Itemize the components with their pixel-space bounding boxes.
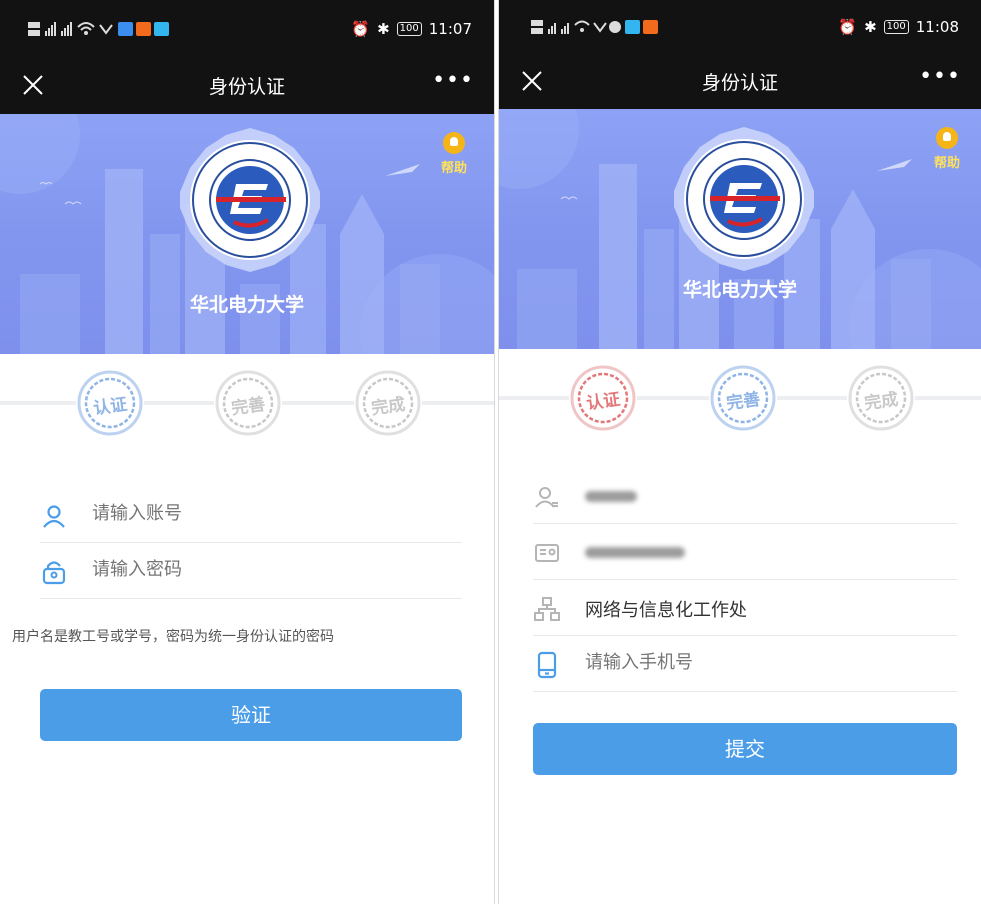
- bluetooth-icon: ✱: [377, 20, 390, 38]
- help-button[interactable]: 帮助: [434, 132, 474, 176]
- step-verify: 认证: [76, 369, 144, 437]
- battery-icon: 100: [883, 20, 909, 34]
- name-field: [533, 468, 957, 524]
- help-label: 帮助: [440, 161, 467, 176]
- signal-icons: [28, 22, 169, 36]
- step-complete-info: 完善: [709, 364, 777, 432]
- status-time: 11:07: [428, 20, 472, 38]
- password-input[interactable]: [92, 559, 412, 580]
- status-time: 11:08: [915, 18, 959, 36]
- phone-icon: [537, 651, 557, 679]
- phone-field: [533, 636, 957, 692]
- help-icon: [936, 127, 958, 149]
- status-bar: ⏰ ✱ 100 11:08: [499, 0, 981, 54]
- right-screen: ⏰ ✱ 100 11:08 身份认证 ••• 帮助 华北电力大学 认证 完善 完…: [498, 0, 981, 904]
- step-finish: 完成: [847, 364, 915, 432]
- university-logo: [674, 127, 814, 271]
- user-icon: [43, 505, 65, 528]
- university-name: 华北电力大学: [189, 294, 304, 316]
- more-icon[interactable]: •••: [919, 64, 961, 89]
- banner: 帮助 华北电力大学: [499, 109, 981, 349]
- department-field: 网络与信息化工作处: [533, 580, 957, 636]
- signal-icons: [531, 20, 658, 34]
- lock-icon: [42, 561, 66, 585]
- id-field: [533, 524, 957, 580]
- account-field: [40, 487, 462, 543]
- submit-button[interactable]: 提交: [533, 723, 957, 775]
- help-label: 帮助: [933, 156, 960, 171]
- more-icon[interactable]: •••: [432, 68, 474, 93]
- org-icon: [534, 597, 560, 621]
- alarm-icon: ⏰: [838, 18, 858, 36]
- page-title: 身份认证: [208, 76, 285, 98]
- battery-icon: 100: [396, 22, 422, 36]
- user-icon: [535, 487, 558, 508]
- account-input[interactable]: [92, 503, 412, 524]
- status-right: ⏰ ✱ 100 11:07: [351, 18, 472, 40]
- university-logo: [180, 128, 320, 272]
- university-name: 华北电力大学: [682, 279, 797, 301]
- page-title: 身份认证: [701, 72, 778, 94]
- status-right: ⏰ ✱ 100 11:08: [838, 16, 959, 38]
- step-complete-info: 完善: [214, 369, 282, 437]
- redacted-id: [585, 547, 685, 558]
- step-verify: 认证: [569, 364, 637, 432]
- title-bar: 身份认证 •••: [0, 58, 494, 114]
- left-screen: ⏰ ✱ 100 11:07 身份认证 ••• 帮助 华北电力大学 认证 完善 完…: [0, 0, 495, 904]
- status-icons: [28, 18, 178, 40]
- phone-input[interactable]: [585, 652, 905, 673]
- page: ⏰ ✱ 100 11:07 身份认证 ••• 帮助 华北电力大学 认证 完善 完…: [0, 0, 981, 904]
- step-finish: 完成: [354, 369, 422, 437]
- bluetooth-icon: ✱: [864, 18, 877, 36]
- status-bar: ⏰ ✱ 100 11:07: [0, 0, 494, 58]
- progress-steps: 认证 完善 完成: [0, 354, 494, 454]
- title-bar: 身份认证 •••: [499, 54, 981, 109]
- department-value: 网络与信息化工作处: [585, 600, 747, 621]
- id-card-icon: [535, 544, 559, 562]
- redacted-name: [585, 491, 637, 502]
- verify-button[interactable]: 验证: [40, 689, 462, 741]
- alarm-icon: ⏰: [351, 20, 371, 38]
- status-icons: [531, 16, 681, 38]
- login-hint: 用户名是教工号或学号，密码为统一身份认证的密码: [12, 629, 334, 645]
- banner: 帮助 华北电力大学: [0, 114, 494, 354]
- password-field: [40, 543, 462, 599]
- help-button[interactable]: 帮助: [927, 127, 967, 171]
- progress-steps: 认证 完善 完成: [499, 349, 981, 449]
- help-icon: [443, 132, 465, 154]
